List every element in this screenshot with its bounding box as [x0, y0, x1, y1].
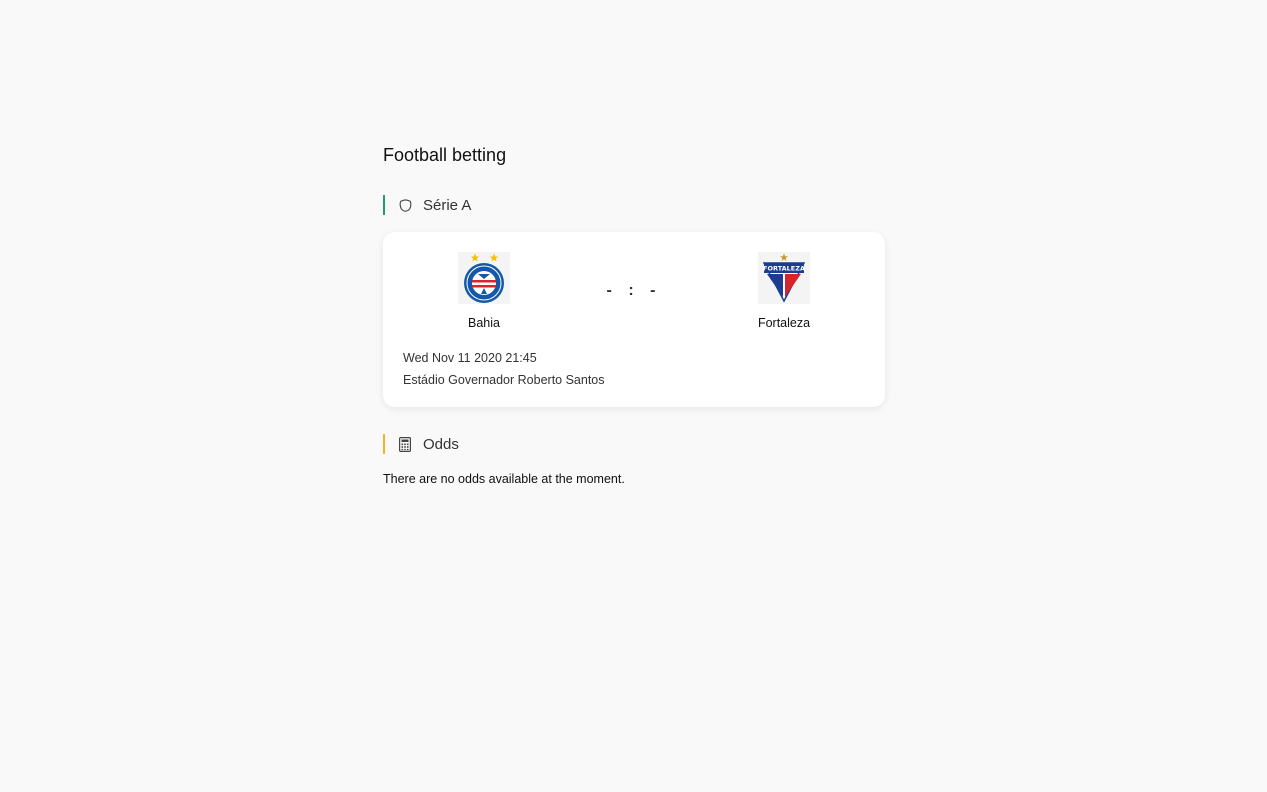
home-score: - — [606, 282, 618, 299]
away-team[interactable]: FORTALEZA Fortaleza — [734, 252, 834, 330]
match-datetime: Wed Nov 11 2020 21:45 — [403, 351, 537, 365]
page-title: Football betting — [383, 145, 507, 165]
svg-text:FORTALEZA: FORTALEZA — [763, 265, 805, 273]
league-accent-bar — [383, 195, 385, 215]
match-venue: Estádio Governador Roberto Santos — [403, 373, 605, 387]
fortaleza-crest-icon: FORTALEZA — [758, 252, 810, 304]
calculator-icon — [397, 436, 413, 452]
away-score: - — [650, 282, 662, 299]
score-separator: : — [628, 282, 640, 299]
no-odds-message: There are no odds available at the momen… — [383, 472, 625, 486]
match-card[interactable]: Bahia - : - FORTALEZA Fortaleza Wed Nov … — [383, 232, 885, 407]
odds-accent-bar — [383, 434, 385, 454]
away-team-name: Fortaleza — [757, 316, 811, 330]
shield-icon — [397, 197, 413, 213]
odds-title: Odds — [423, 435, 459, 453]
league-name: Série A — [423, 196, 472, 214]
home-team-name: Bahia — [468, 316, 500, 330]
league-header: Série A — [383, 195, 471, 215]
odds-header: Odds — [383, 434, 459, 454]
